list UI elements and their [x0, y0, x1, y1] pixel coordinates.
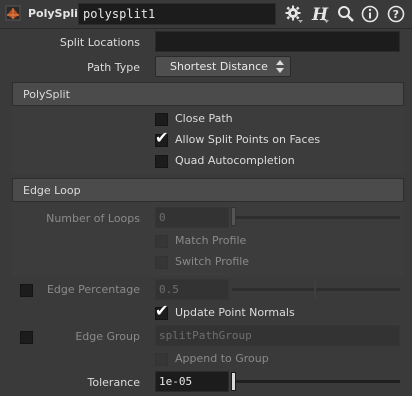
edge-percentage-slider[interactable] [232, 288, 400, 291]
polysplit-section-title: PolySplit [23, 88, 70, 101]
update-point-normals-checkbox[interactable]: ✔ [155, 303, 168, 320]
switch-profile-checkbox[interactable] [155, 256, 168, 269]
polysplit-section-header[interactable]: PolySplit [12, 82, 404, 106]
edge-loop-section-header[interactable]: Edge Loop [12, 178, 404, 202]
checkmark-icon: ✔ [155, 301, 169, 320]
node-type-label: PolySplit [28, 7, 84, 20]
path-type-label: Path Type [87, 61, 140, 74]
allow-split-points-label: Allow Split Points on Faces [175, 133, 321, 146]
info-icon[interactable] [360, 4, 380, 24]
edge-loop-section-title: Edge Loop [23, 184, 81, 197]
split-locations-field[interactable] [155, 31, 400, 52]
close-path-label: Close Path [175, 112, 233, 125]
number-of-loops-label: Number of Loops [46, 212, 140, 225]
header-divider [0, 28, 412, 29]
help-icon[interactable]: ? [386, 4, 406, 24]
svg-text:?: ? [393, 8, 399, 21]
tolerance-label: Tolerance [87, 376, 140, 389]
tolerance-slider-handle[interactable] [231, 372, 236, 391]
path-type-dropdown[interactable]: Shortest Distance [155, 56, 291, 77]
split-locations-label: Split Locations [59, 36, 140, 49]
close-path-checkbox[interactable] [155, 113, 168, 126]
edge-group-label: Edge Group [75, 330, 140, 343]
edge-percentage-slider-handle[interactable] [314, 280, 316, 299]
switch-profile-label: Switch Profile [175, 255, 250, 268]
append-to-group-label: Append to Group [175, 352, 269, 365]
updown-arrows-icon [276, 60, 284, 73]
edge-percentage-label: Edge Percentage [46, 283, 140, 296]
match-profile-checkbox[interactable] [155, 235, 168, 248]
parameter-pane-header: PolySplit polysplit1 H ? [0, 0, 412, 28]
tolerance-field[interactable]: 1e-05 [155, 371, 229, 392]
edge-group-toggle[interactable] [20, 331, 33, 344]
append-to-group-checkbox[interactable] [155, 353, 168, 366]
allow-split-points-checkbox[interactable]: ✔ [155, 130, 168, 147]
number-of-loops-slider[interactable] [232, 216, 400, 219]
quad-autocompletion-checkbox[interactable] [155, 155, 168, 168]
node-name-field[interactable]: polysplit1 [78, 3, 276, 25]
gear-icon[interactable] [284, 4, 304, 24]
path-type-value: Shortest Distance [170, 60, 268, 73]
help-h-icon[interactable]: H [310, 4, 330, 24]
checkmark-icon: ✔ [155, 128, 169, 147]
tolerance-slider[interactable] [232, 380, 400, 383]
quad-autocompletion-label: Quad Autocompletion [175, 154, 295, 167]
edge-percentage-toggle[interactable] [20, 284, 33, 297]
number-of-loops-field[interactable]: 0 [155, 207, 229, 228]
update-point-normals-label: Update Point Normals [175, 306, 295, 319]
number-of-loops-slider-handle[interactable] [231, 207, 236, 226]
search-icon[interactable] [336, 4, 356, 24]
polysplit-node-icon[interactable] [5, 5, 21, 21]
match-profile-label: Match Profile [175, 234, 247, 247]
edge-percentage-field[interactable]: 0.5 [155, 279, 229, 300]
edge-group-field[interactable]: splitPathGroup [155, 325, 400, 346]
